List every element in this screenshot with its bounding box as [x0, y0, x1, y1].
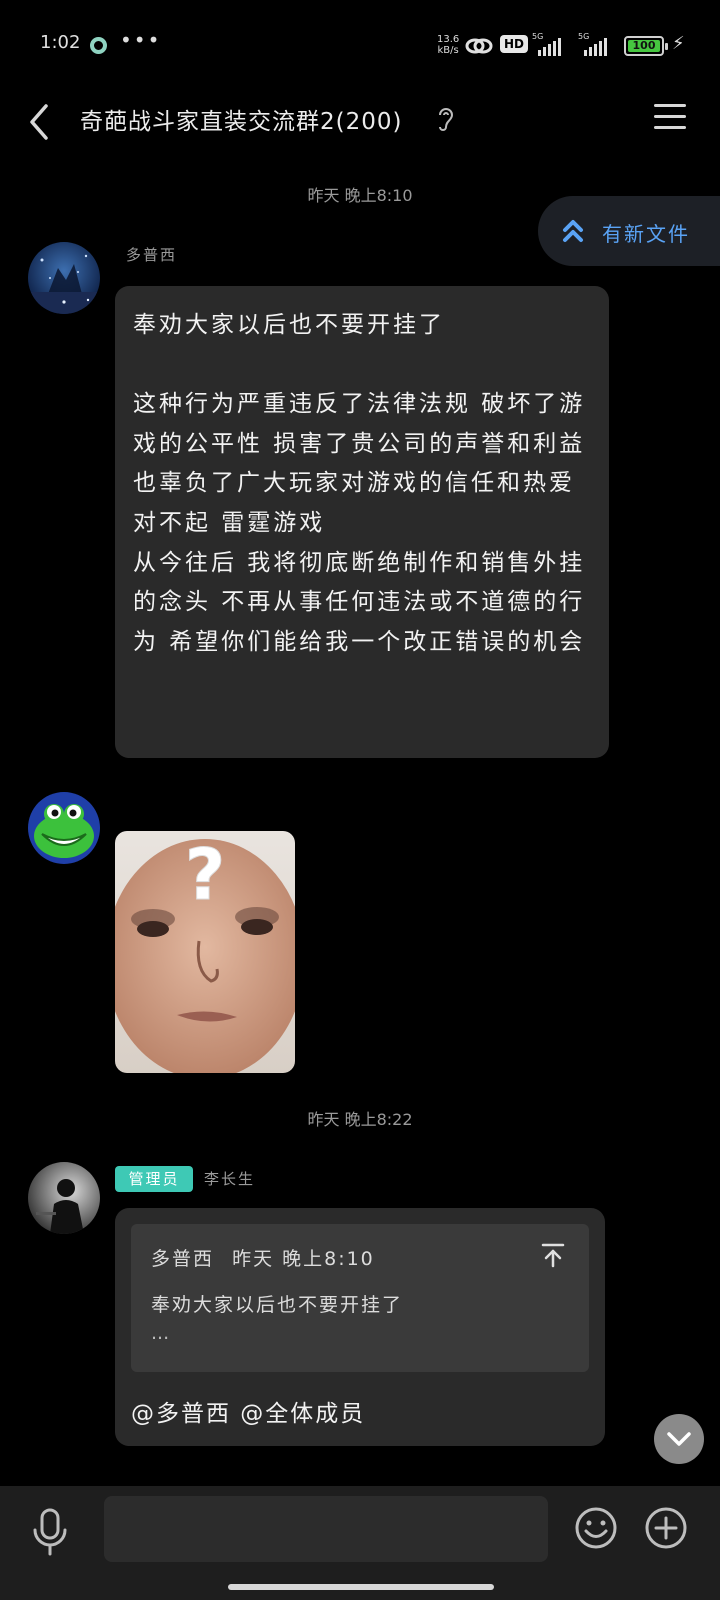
- chat-title: 奇葩战斗家直装交流群2(200): [80, 109, 403, 135]
- home-indicator[interactable]: [228, 1584, 494, 1590]
- scroll-to-bottom-button[interactable]: [654, 1414, 704, 1464]
- message-text: @多普西 @全体成员: [131, 1401, 366, 1427]
- microphone-icon[interactable]: [30, 1508, 70, 1556]
- menu-icon[interactable]: [654, 104, 686, 132]
- notification-ring-icon: [90, 37, 107, 54]
- svg-text:?: ?: [185, 834, 226, 916]
- network-speed-value: 13.6: [437, 34, 460, 45]
- quote-header: 多普西 昨天 晚上8:10: [151, 1244, 375, 1271]
- ear-icon: [439, 108, 454, 131]
- shared-photo[interactable]: ?: [115, 831, 295, 1073]
- message-timestamp: 昨天 晚上8:22: [307, 1110, 413, 1129]
- quoted-message[interactable]: 多普西 昨天 晚上8:10 奉劝大家以后也不要开挂了 ...: [131, 1224, 589, 1372]
- emoji-icon[interactable]: [574, 1506, 618, 1550]
- avatar-dark-figure-image: [28, 1162, 100, 1234]
- new-file-button[interactable]: 有新文件: [538, 196, 720, 266]
- status-bar: 1:02 ••• 13.6 kB/s HD 5G 5G 100 ⚡: [0, 0, 720, 92]
- battery-level: 100: [632, 39, 656, 52]
- avatar[interactable]: [28, 1162, 100, 1234]
- jump-to-original-icon[interactable]: [541, 1242, 565, 1268]
- avatar-green-dinosaur-image: [28, 792, 100, 864]
- avatar-night-sky-image: [28, 242, 100, 314]
- quote-time: 昨天 晚上8:10: [232, 1248, 375, 1270]
- sender-name: 多普西: [126, 246, 178, 264]
- reply-message-bubble[interactable]: 多普西 昨天 晚上8:10 奉劝大家以后也不要开挂了 ... @多普西 @全体成…: [115, 1208, 605, 1446]
- quote-text: 奉劝大家以后也不要开挂了: [151, 1294, 404, 1316]
- new-file-label: 有新文件: [602, 222, 690, 246]
- admin-badge: 管理员: [115, 1166, 193, 1192]
- hd-voice-badge: HD: [500, 35, 529, 53]
- signal-strength-icon: 5G: [532, 32, 566, 56]
- signal-strength-icon: 5G: [578, 32, 612, 56]
- quote-ellipsis: ...: [151, 1322, 170, 1344]
- back-arrow-icon[interactable]: [24, 100, 54, 144]
- link-icon: [465, 38, 493, 54]
- chat-header: 奇葩战斗家直装交流群2(200): [0, 92, 720, 182]
- double-chevron-up-icon: [563, 220, 583, 242]
- battery-icon: 100: [624, 36, 668, 56]
- message-input-bar: [0, 1486, 720, 1600]
- network-speed: 13.6 kB/s: [437, 34, 459, 56]
- network-speed-unit: kB/s: [437, 45, 459, 56]
- chevron-down-icon: [667, 1432, 691, 1446]
- message-text: 奉劝大家以后也不要开挂了 这种行为严重违反了法律法规 破坏了游戏的公平性 损害了…: [133, 312, 586, 655]
- avatar[interactable]: [28, 242, 100, 314]
- face-photo-image: ?: [115, 831, 295, 1073]
- add-attachment-icon[interactable]: [644, 1506, 688, 1550]
- more-notifications-icon: •••: [120, 28, 162, 52]
- sender-name: 李长生: [204, 1170, 256, 1188]
- charging-icon: ⚡: [672, 33, 685, 54]
- avatar[interactable]: [28, 792, 100, 864]
- status-time: 1:02: [40, 32, 81, 53]
- message-bubble[interactable]: 奉劝大家以后也不要开挂了 这种行为严重违反了法律法规 破坏了游戏的公平性 损害了…: [115, 286, 609, 758]
- message-input[interactable]: [104, 1496, 548, 1562]
- quote-sender: 多普西: [151, 1248, 215, 1270]
